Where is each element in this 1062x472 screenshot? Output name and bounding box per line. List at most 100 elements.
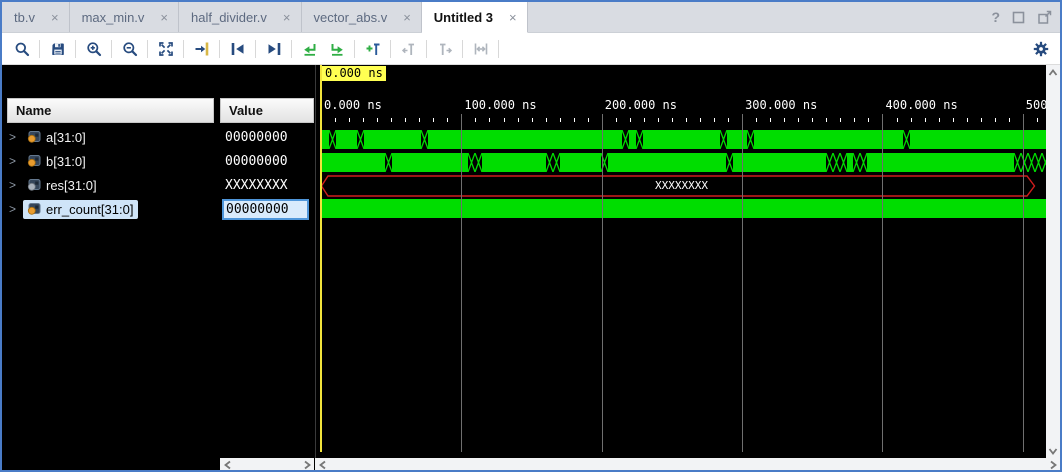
signal-row-b[interactable]: > b[31:0] xyxy=(2,149,214,173)
scroll-left-icon[interactable] xyxy=(221,458,234,471)
window-controls: ? xyxy=(991,2,1052,32)
expand-chevron-icon[interactable]: > xyxy=(9,202,18,216)
wave-window: tb.v×max_min.v×half_divider.v×vector_abs… xyxy=(0,0,1062,472)
minor-tick xyxy=(560,118,561,122)
signal-value-cell[interactable]: 00000000 xyxy=(225,130,288,145)
minor-tick xyxy=(504,118,505,122)
signal-value-row-res[interactable]: XXXXXXXX xyxy=(220,173,314,197)
scroll-right-icon[interactable] xyxy=(300,458,313,471)
previous-transition-button[interactable] xyxy=(224,36,251,61)
signal-value-row-b[interactable]: 00000000 xyxy=(220,149,314,173)
time-cursor[interactable] xyxy=(320,65,322,452)
signal-row-a[interactable]: > a[31:0] xyxy=(2,125,214,149)
vertical-scrollbar[interactable] xyxy=(1046,65,1060,458)
signal-name-cell[interactable]: err_count[31:0] xyxy=(23,200,138,219)
signal-name-cell[interactable]: b[31:0] xyxy=(23,152,91,171)
signal-row-err_count[interactable]: > err_count[31:0] xyxy=(2,197,214,221)
scroll-up-icon[interactable] xyxy=(1046,66,1059,79)
time-label: 0.000 ns xyxy=(324,98,382,112)
transition-x-mark xyxy=(636,130,643,149)
signal-name-label: err_count[31:0] xyxy=(46,202,133,217)
transition-x-mark xyxy=(747,130,754,149)
minor-tick xyxy=(897,118,898,122)
signal-name-cell[interactable]: res[31:0] xyxy=(23,176,102,195)
close-icon[interactable]: × xyxy=(509,10,517,25)
toolbar-separator xyxy=(291,40,292,58)
name-column-header: Name xyxy=(7,98,214,123)
tab-tb-v[interactable]: tb.v× xyxy=(2,2,70,32)
transition-x-mark xyxy=(357,130,364,149)
wave-row-b[interactable] xyxy=(316,153,1047,172)
transition-x-mark xyxy=(421,130,428,149)
zoom-in-button[interactable] xyxy=(80,36,107,61)
next-transition-button[interactable] xyxy=(260,36,287,61)
add-marker-button[interactable] xyxy=(359,36,386,61)
save-wave-config-button[interactable] xyxy=(44,36,71,61)
float-icon[interactable] xyxy=(1037,10,1052,25)
signal-name-cell[interactable]: a[31:0] xyxy=(23,128,91,147)
minor-tick xyxy=(672,118,673,122)
wave-row-res[interactable]: XXXXXXXX xyxy=(316,175,1047,197)
minor-tick xyxy=(630,118,631,122)
minor-tick xyxy=(335,118,336,122)
minor-tick xyxy=(532,118,533,122)
expand-chevron-icon[interactable]: > xyxy=(9,154,18,168)
signal-row-res[interactable]: > res[31:0] xyxy=(2,173,214,197)
bus-orange-bus-icon xyxy=(26,155,41,168)
value-horizontal-scrollbar[interactable] xyxy=(220,458,314,472)
scroll-left-icon[interactable] xyxy=(316,458,329,471)
expand-chevron-icon[interactable]: > xyxy=(9,130,18,144)
minor-tick xyxy=(812,118,813,122)
tab-untitled-3[interactable]: Untitled 3× xyxy=(422,2,528,33)
minor-tick xyxy=(826,118,827,122)
transition-x-mark xyxy=(853,153,867,172)
signal-value-cell[interactable]: XXXXXXXX xyxy=(225,178,288,193)
time-label: 100.000 ns xyxy=(464,98,536,112)
wave-row-a[interactable] xyxy=(316,130,1047,149)
toolbar-separator xyxy=(390,40,391,58)
settings-button[interactable] xyxy=(1027,36,1054,61)
signal-value-row-err_count[interactable]: 00000000 xyxy=(220,197,314,221)
signal-value-row-a[interactable]: 00000000 xyxy=(220,125,314,149)
close-icon[interactable]: × xyxy=(51,10,59,25)
swap-cursors-button xyxy=(467,36,494,61)
waveform-canvas[interactable]: 0.000 ns 0.000 ns100.000 ns200.000 ns300… xyxy=(315,65,1047,458)
find-button[interactable] xyxy=(8,36,35,61)
gridline-100ns xyxy=(461,114,462,452)
tab-vector-abs-v[interactable]: vector_abs.v× xyxy=(302,2,422,32)
time-label: 300.000 ns xyxy=(745,98,817,112)
tab-max-min-v[interactable]: max_min.v× xyxy=(70,2,179,32)
help-icon[interactable]: ? xyxy=(991,9,1000,25)
zoom-out-button[interactable] xyxy=(116,36,143,61)
tab-half-divider-v[interactable]: half_divider.v× xyxy=(179,2,301,32)
go-to-time-cursor-button[interactable] xyxy=(188,36,215,61)
minor-tick xyxy=(700,118,701,122)
minor-tick xyxy=(1009,118,1010,122)
go-to-last-time-button[interactable] xyxy=(323,36,350,61)
close-icon[interactable]: × xyxy=(160,10,168,25)
scroll-right-icon[interactable] xyxy=(1046,458,1059,471)
go-to-time-zero-button[interactable] xyxy=(296,36,323,61)
bus-value-bar xyxy=(321,199,1046,218)
time-label: 200.000 ns xyxy=(605,98,677,112)
transition-x-mark xyxy=(726,153,733,172)
wave-row-err_count[interactable] xyxy=(316,199,1047,218)
signal-name-label: b[31:0] xyxy=(46,154,86,169)
close-icon[interactable]: × xyxy=(283,10,291,25)
scroll-down-icon[interactable] xyxy=(1046,444,1059,457)
zoom-fit-button[interactable] xyxy=(152,36,179,61)
transition-x-mark xyxy=(720,130,727,149)
close-icon[interactable]: × xyxy=(403,10,411,25)
wave-horizontal-scrollbar[interactable] xyxy=(315,458,1060,472)
bus-value-bar xyxy=(321,153,1046,172)
signal-name-label: res[31:0] xyxy=(46,178,97,193)
expand-chevron-icon[interactable]: > xyxy=(9,178,18,192)
maximize-icon[interactable] xyxy=(1011,10,1026,25)
toolbar-separator xyxy=(462,40,463,58)
transition-x-mark xyxy=(826,153,847,172)
transition-x-mark xyxy=(385,153,392,172)
signal-value-cell[interactable]: 00000000 xyxy=(222,199,309,220)
transition-x-mark xyxy=(546,153,560,172)
signal-value-cell[interactable]: 00000000 xyxy=(225,154,288,169)
toolbar-separator xyxy=(183,40,184,58)
